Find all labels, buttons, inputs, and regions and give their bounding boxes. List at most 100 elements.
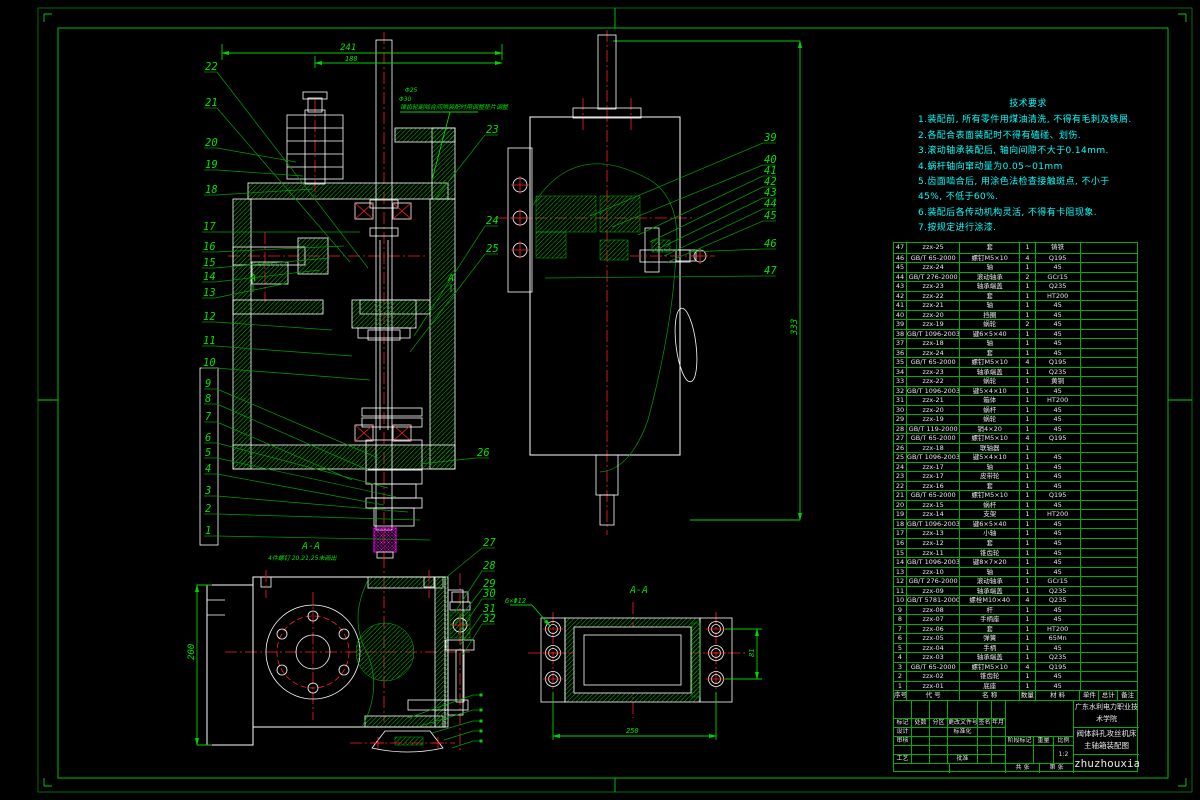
bom-cell: 1: [1020, 567, 1036, 577]
bom-cell: 1: [1020, 424, 1036, 434]
bom-row: 19zzx-14支架1HT200: [894, 509, 1137, 519]
bom-cell: Q195: [1036, 433, 1081, 443]
bom-cell: [1081, 348, 1138, 358]
bom-cell: 6: [894, 633, 907, 643]
bom-cell: 1: [1020, 586, 1036, 596]
bom-cell: 轴: [960, 462, 1020, 472]
bom-cell: Q235: [1036, 281, 1081, 291]
bom-cell: Q195: [1036, 357, 1081, 367]
bom-cell: 11: [894, 586, 907, 596]
bom-row: 14GB/T 1096-2003键8×7×20145: [894, 557, 1137, 567]
bom-row: 31zzx-21箱体1HT200: [894, 395, 1137, 405]
flange-holes: [511, 176, 529, 259]
bom-cell: zzx-20: [907, 310, 961, 320]
bom-cell: zzx-21: [907, 395, 961, 405]
bom-cell: zzx-05: [907, 633, 961, 643]
bom-cell: 1: [1020, 395, 1036, 405]
bom-cell: 滚动轴承: [960, 272, 1020, 282]
dim-250-text: 250: [626, 727, 639, 735]
bom-cell: zzx-22: [907, 291, 961, 301]
bom-cell: 数量: [1020, 690, 1036, 700]
bom-cell: 1: [1020, 243, 1036, 253]
bom-cell: 套: [960, 481, 1020, 491]
bom-cell: 36: [894, 348, 907, 358]
bom-cell: GB/T 1096-2003: [907, 386, 961, 396]
section-letter-right: A: [447, 273, 454, 284]
balloon-10: 10: [202, 357, 370, 380]
bom-cell: [1081, 509, 1138, 519]
hook-leader: [444, 730, 483, 741]
bom-row: 10GB/T 5781-2000螺栓M10×404Q235: [894, 595, 1137, 605]
bom-cell: [1081, 481, 1138, 491]
svg-text:26: 26: [477, 447, 490, 459]
bom-row: 20zzx-15蜗杆145: [894, 500, 1137, 510]
bom-cell: 滚动轴承: [960, 576, 1020, 586]
bom-row: 37zzx-18轴145: [894, 338, 1137, 348]
svg-text:20: 20: [205, 137, 218, 149]
bom-cell: GB/T 119-2000: [907, 424, 961, 434]
bom-cell: 45: [1036, 548, 1081, 558]
bom-cell: Q235: [1036, 595, 1081, 605]
bom-cell: [1081, 490, 1138, 500]
bom-cell: [1081, 291, 1138, 301]
tb-mark: 标记: [894, 719, 912, 728]
svg-text:25: 25: [486, 243, 499, 255]
note-line: 6.装配后各传动机构灵活, 不得有卡阻现象.: [918, 206, 1138, 221]
bom-row: 22zzx-16套145: [894, 481, 1137, 491]
bom-cell: 30: [894, 405, 907, 415]
bom-cell: 代 号: [907, 690, 961, 700]
bom-cell: 销4×20: [960, 424, 1020, 434]
bom-cell: 45: [1036, 424, 1081, 434]
bom-cell: Q195: [1036, 253, 1081, 263]
bom-cell: 45: [1036, 414, 1081, 424]
bom-cell: [1081, 329, 1138, 339]
note-line: 7.按规定进行涂漆.: [918, 221, 1138, 236]
bom-row: 44GB/T 276-2000滚动轴承2GCr15: [894, 272, 1137, 282]
svg-text:22: 22: [205, 61, 218, 73]
bom-cell: GCr15: [1036, 272, 1081, 282]
bom-cell: GB/T 1096-2003: [907, 452, 961, 462]
bom-cell: 29: [894, 414, 907, 424]
tool-shank: [374, 528, 396, 552]
bom-cell: 4: [1020, 662, 1036, 672]
balloon-41: 41: [638, 165, 777, 235]
bom-cell: 名 称: [960, 690, 1020, 700]
balloon-27: 27: [443, 537, 496, 580]
bom-row: 18GB/T 1096-2003键6×5×40145: [894, 519, 1137, 529]
bom-cell: 38: [894, 329, 907, 339]
svg-text:15: 15: [203, 257, 216, 269]
tb-drawing-title: 阀体斜孔攻丝机床主轴箱装配图: [1074, 728, 1139, 755]
bom-cell: 螺钉M5×10: [960, 357, 1020, 367]
side-mechanism: [630, 228, 715, 272]
note-line: 4.蜗杆轴向窜动量为0.05~01mm: [918, 160, 1138, 175]
bom-cell: 45: [1036, 557, 1081, 567]
tb-scale-value: 1:2: [1054, 746, 1074, 764]
bom-cell: 45: [1036, 481, 1081, 491]
bom-cell: 键5×4×10: [960, 386, 1020, 396]
bom-cell: 键6×5×40: [960, 329, 1020, 339]
svg-text:2: 2: [205, 503, 211, 515]
bom-row: 40zzx-20挡圈145: [894, 310, 1137, 320]
bom-cell: [1081, 633, 1138, 643]
bom-cell: 4: [1020, 253, 1036, 263]
cad-drawing-canvas[interactable]: 241 188 333 锥齿轮副啮合间隙装配时用调整垫片调整 Φ25 Φ30 A…: [0, 0, 1200, 800]
svg-text:44: 44: [764, 198, 777, 210]
bom-cell: 蜗轮: [960, 319, 1020, 329]
bom-cell: GB/T 276-2000: [907, 272, 961, 282]
bom-cell: 34: [894, 367, 907, 377]
svg-text:47: 47: [764, 265, 777, 277]
bom-cell: zzx-03: [907, 652, 961, 662]
bom-cell: 轴: [960, 300, 1020, 310]
balloon-19: 19: [204, 159, 303, 176]
bom-cell: 1: [1020, 281, 1036, 291]
bom-cell: 45: [1036, 452, 1081, 462]
bom-cell: GB/T 1096-2003: [907, 557, 961, 567]
bom-cell: 1: [894, 681, 907, 691]
bom-cell: [1081, 652, 1138, 662]
bom-cell: 33: [894, 376, 907, 386]
bom-row: 35GB/T 65-2000螺钉M5×104Q195: [894, 357, 1137, 367]
bom-cell: 锥齿轮: [960, 671, 1020, 681]
bom-cell: zzx-01: [907, 681, 961, 691]
bom-row: 46GB/T 65-2000螺钉M5×104Q195: [894, 253, 1137, 263]
svg-text:16: 16: [203, 241, 216, 253]
